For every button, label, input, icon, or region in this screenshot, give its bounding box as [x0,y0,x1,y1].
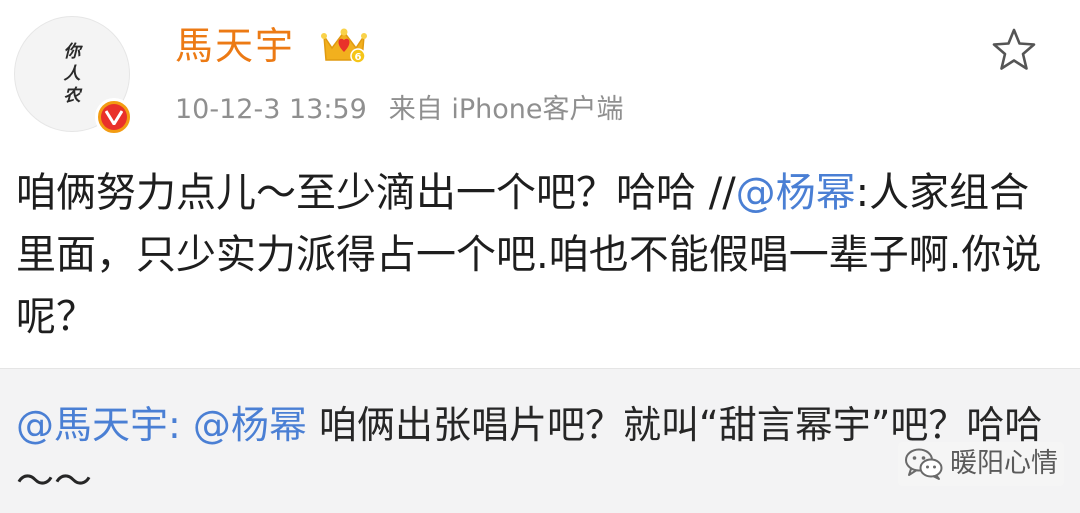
username[interactable]: 馬天宇 [175,20,295,72]
avatar-char-1: 你 [63,42,81,62]
vip-crown-icon: 6 [321,28,367,64]
repost-mention-link[interactable]: @杨幂 [193,403,307,447]
weibo-post: 你 人 农 馬天宇 6 10-12-3 13:59 来自 iPhone客户端 咱俩… [0,0,1080,368]
wechat-icon [905,448,943,480]
avatar-char-3: 农 [63,86,81,106]
mention-link[interactable]: @杨幂 [736,170,856,216]
post-source: 来自 iPhone客户端 [388,94,624,125]
avatar-char-2: 人 [63,64,81,84]
star-icon[interactable] [990,26,1038,74]
post-text: 咱俩努力点儿～至少滴出一个吧？哈哈 //@杨幂:人家组合里面，只少实力派得占一个… [16,162,1056,348]
repost-separator: : [168,403,193,447]
post-text-before: 咱俩努力点儿～至少滴出一个吧？哈哈 // [16,170,736,216]
svg-text:6: 6 [355,52,362,63]
post-meta: 10-12-3 13:59 来自 iPhone客户端 [175,90,624,130]
repost-author-link[interactable]: @馬天宇 [16,403,168,447]
timestamp[interactable]: 10-12-3 13:59 [175,94,367,125]
watermark: 暖阳心情 [898,442,1064,486]
verified-badge-icon [95,98,133,136]
repost-block[interactable]: @馬天宇: @杨幂 咱俩出张唱片吧？就叫“甜言幂宇”吧？哈哈～～ [0,368,1080,513]
watermark-label: 暖阳心情 [950,448,1058,479]
